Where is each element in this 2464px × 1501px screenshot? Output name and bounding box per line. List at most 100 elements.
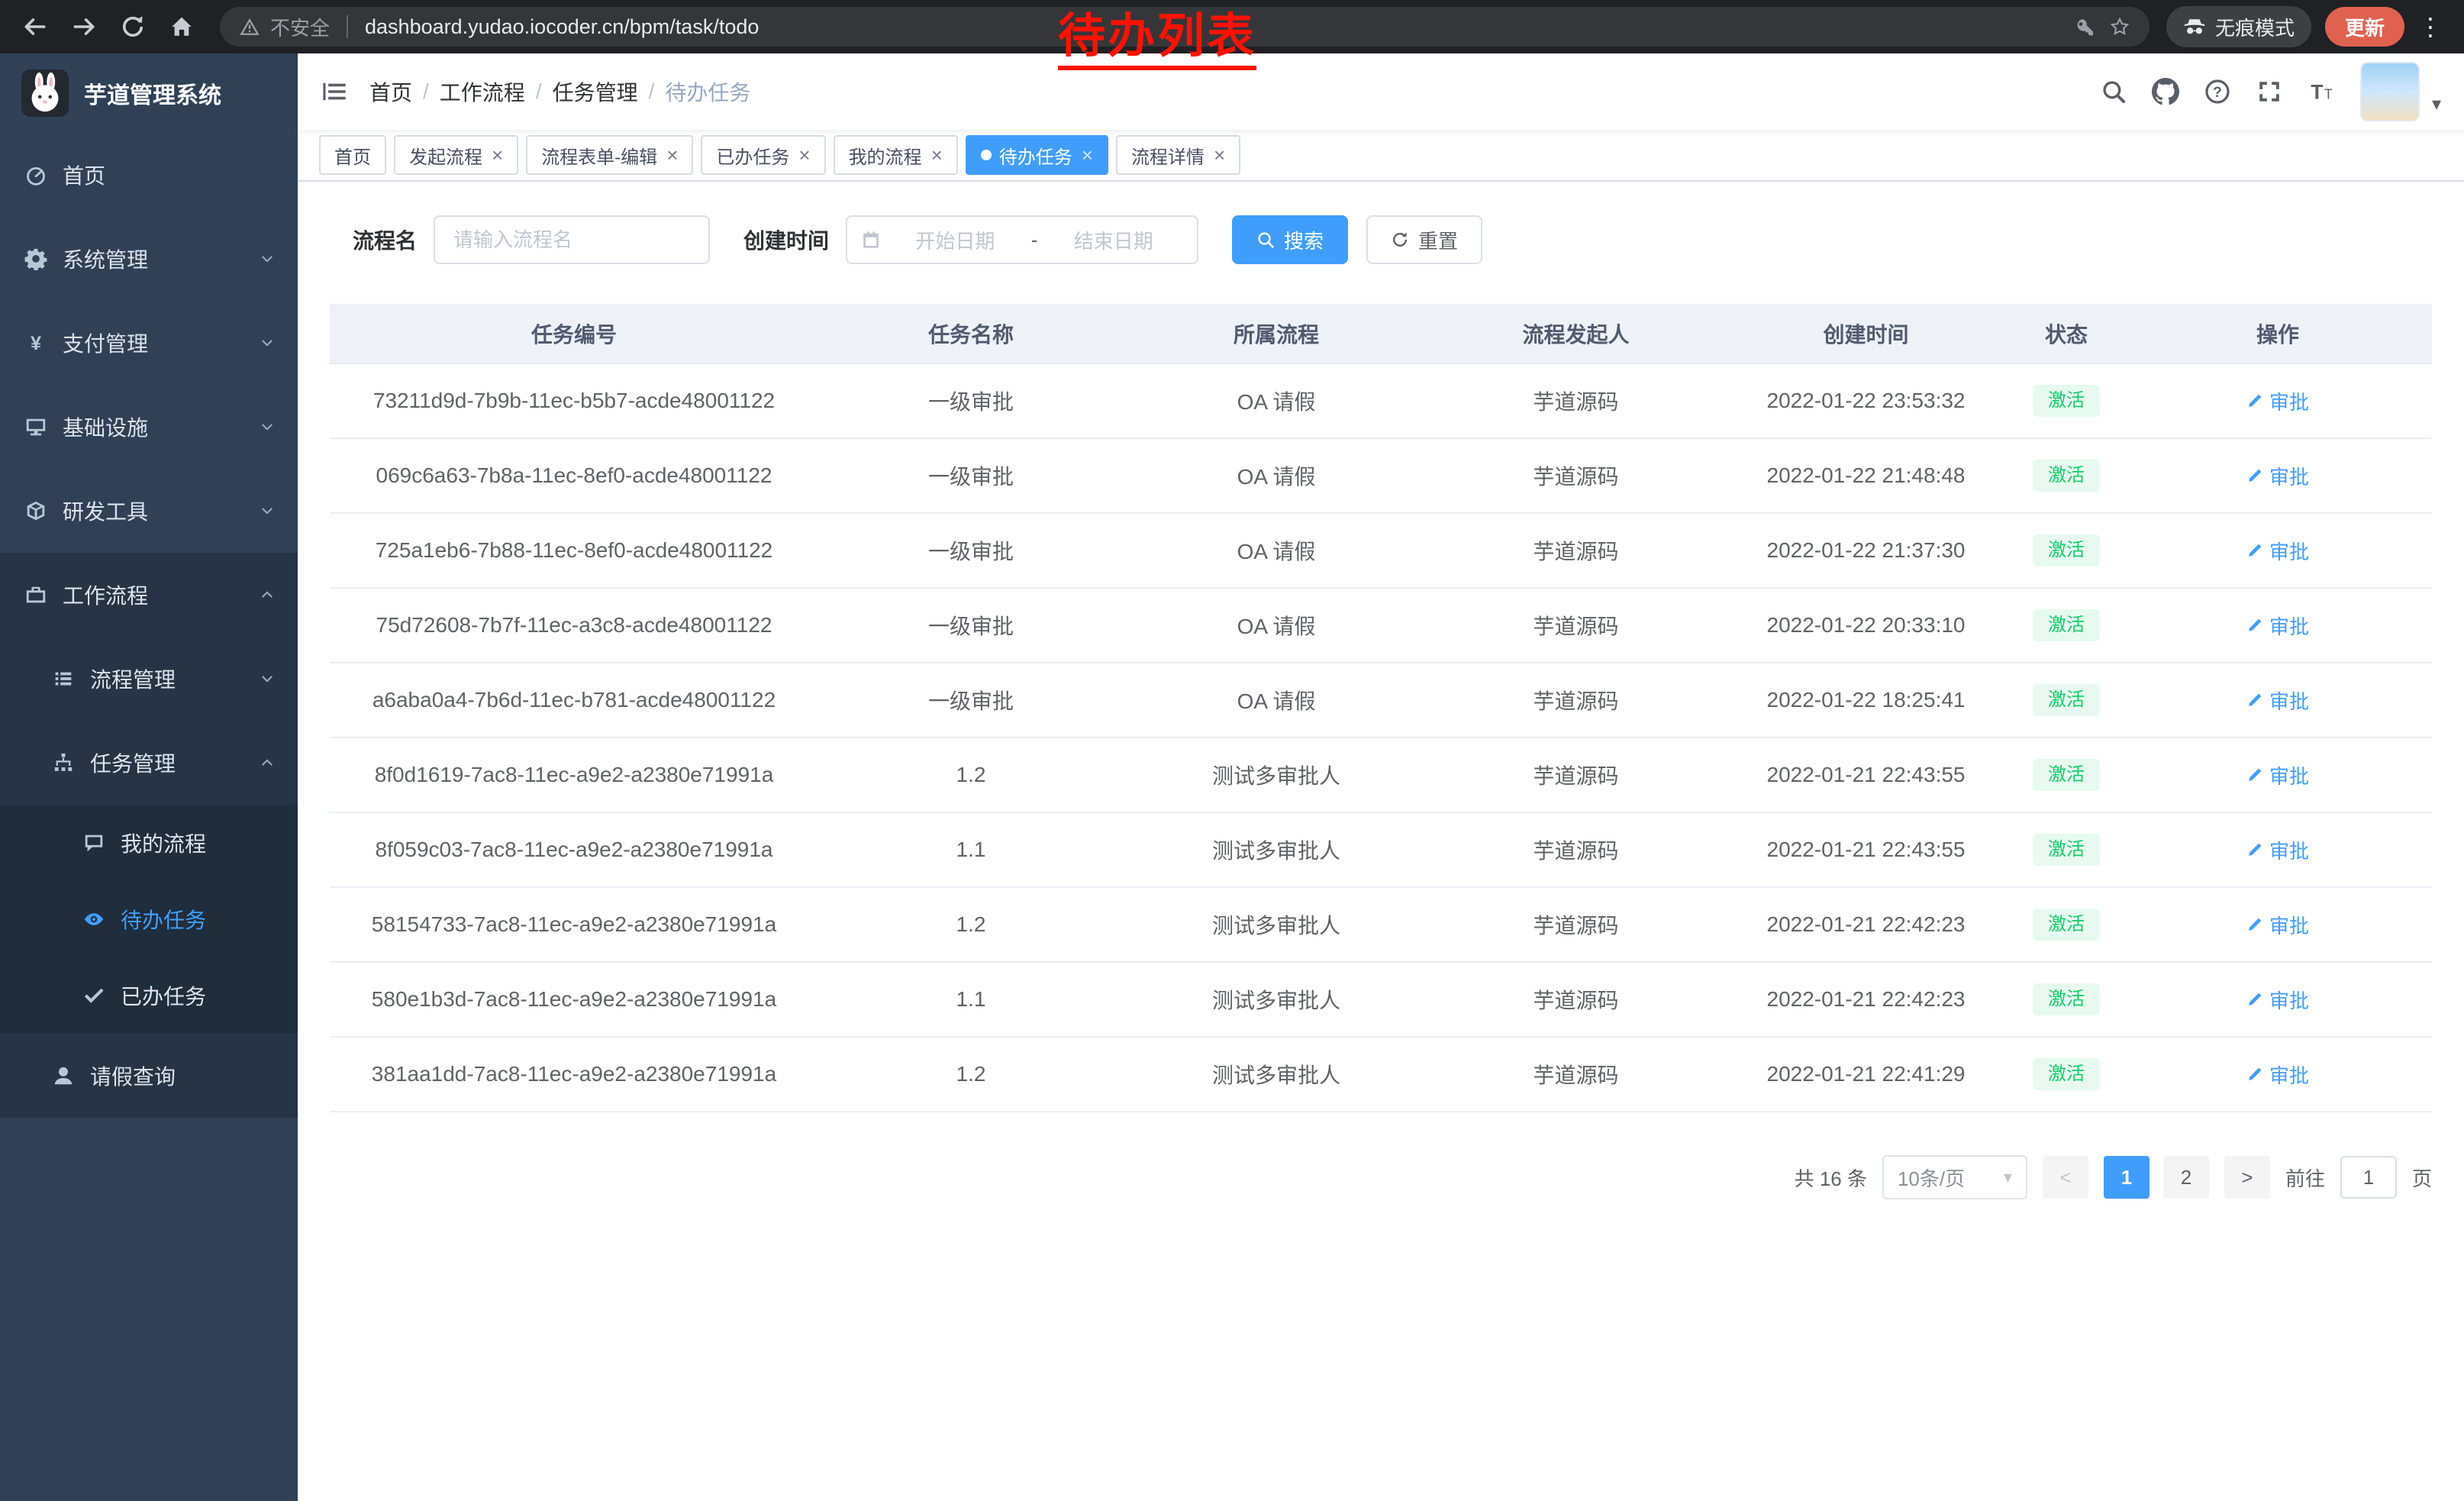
home-button[interactable]	[160, 5, 203, 48]
approve-link[interactable]: 审批	[2246, 612, 2309, 640]
chevron-down-icon[interactable]: ▾	[2432, 93, 2441, 115]
docs-button[interactable]	[2195, 69, 2240, 114]
tab-form-edit[interactable]: 流程表单-编辑 ×	[526, 135, 693, 175]
end-date-input[interactable]: 结束日期	[1043, 226, 1183, 254]
table-row: 8f059c03-7ac8-11ec-a9e2-a2380e71991a 1.1…	[330, 812, 2432, 887]
approve-link[interactable]: 审批	[2246, 1060, 2309, 1089]
reload-icon	[120, 14, 146, 40]
approve-link[interactable]: 审批	[2246, 462, 2309, 490]
approve-link[interactable]: 审批	[2246, 986, 2309, 1014]
sidebar-item-my-process[interactable]: 我的流程	[0, 805, 298, 881]
sidebar-item-home[interactable]: 首页	[0, 133, 298, 217]
update-button[interactable]: 更新	[2325, 7, 2404, 47]
avatar[interactable]	[2360, 62, 2420, 121]
tab-todo-tasks[interactable]: 待办任务 ×	[966, 135, 1108, 175]
sidebar-item-label: 我的流程	[121, 828, 275, 858]
task-id-cell: a6aba0a4-7b6d-11ec-b781-acde48001122	[330, 663, 818, 738]
search-button[interactable]	[2091, 69, 2136, 114]
table-row: 725a1eb6-7b88-11ec-8ef0-acde48001122 一级审…	[330, 513, 2432, 588]
key-icon[interactable]	[2075, 17, 2095, 37]
url-text[interactable]: dashboard.yudao.iocoder.cn/bpm/task/todo	[365, 15, 759, 39]
star-icon[interactable]	[2110, 17, 2130, 37]
sidebar-item-task-management[interactable]: 任务管理	[0, 721, 298, 805]
tab-process-detail[interactable]: 流程详情 ×	[1116, 135, 1240, 175]
page-button-1[interactable]: 1	[2104, 1156, 2150, 1199]
reset-button[interactable]: 重置	[1366, 215, 1482, 264]
sidebar-item-leave-query[interactable]: 请假查询	[0, 1034, 298, 1118]
security-label[interactable]: 不安全	[270, 13, 330, 41]
sidebar-item-system-management[interactable]: 系统管理	[0, 217, 298, 301]
back-button[interactable]	[14, 5, 56, 48]
prev-page-button[interactable]: <	[2043, 1156, 2088, 1199]
approve-link[interactable]: 审批	[2246, 686, 2309, 715]
page-size-select[interactable]: 10条/页 ▾	[1882, 1155, 2027, 1199]
close-icon[interactable]: ×	[492, 145, 503, 165]
breadcrumb-separator: /	[536, 79, 542, 104]
sidebar-item-done-task[interactable]: 已办任务	[0, 957, 298, 1034]
app-logo[interactable]: 芋道管理系统	[0, 53, 298, 133]
breadcrumb-item[interactable]: 首页	[369, 76, 412, 107]
sidebar-item-payment-management[interactable]: 支付管理	[0, 301, 298, 385]
breadcrumb-item[interactable]: 工作流程	[440, 76, 525, 107]
process-cell: 测试多审批人	[1124, 738, 1429, 812]
process-cell: OA 请假	[1124, 438, 1429, 513]
fullscreen-icon	[2256, 79, 2282, 105]
check-icon	[81, 984, 107, 1007]
browser-menu-icon[interactable]: ⋮	[2411, 12, 2450, 41]
close-icon[interactable]: ×	[931, 145, 943, 165]
close-icon[interactable]: ×	[666, 145, 678, 165]
status-badge: 激活	[2033, 834, 2100, 866]
status-cell: 激活	[2009, 663, 2124, 738]
close-icon[interactable]: ×	[1214, 145, 1225, 165]
process-name-input[interactable]	[434, 215, 710, 264]
status-badge: 激活	[2033, 1058, 2100, 1090]
pencil-icon	[2246, 841, 2263, 858]
task-id-cell: 8f059c03-7ac8-11ec-a9e2-a2380e71991a	[330, 812, 818, 887]
task-name-cell: 1.1	[818, 812, 1124, 887]
sidebar-menu: 首页 系统管理 支付管理 基础设施 研发工具 工作流程 流程管理 任务管理 我的…	[0, 133, 298, 1118]
approve-link[interactable]: 审批	[2246, 761, 2309, 789]
close-icon[interactable]: ×	[1082, 145, 1093, 165]
task-id-cell: 580e1b3d-7ac8-11ec-a9e2-a2380e71991a	[330, 962, 818, 1037]
action-cell: 审批	[2124, 962, 2432, 1037]
forward-button[interactable]	[63, 5, 105, 48]
process-cell: 测试多审批人	[1124, 1037, 1429, 1112]
date-range-picker[interactable]: 开始日期 - 结束日期	[846, 215, 1198, 264]
tab-start-process[interactable]: 发起流程 ×	[394, 135, 518, 175]
approve-link[interactable]: 审批	[2246, 537, 2309, 565]
tab-my-process[interactable]: 我的流程 ×	[834, 135, 958, 175]
task-id-cell: 73211d9d-7b9b-11ec-b5b7-acde48001122	[330, 363, 818, 438]
tab-home[interactable]: 首页	[319, 135, 386, 175]
status-cell: 激活	[2009, 438, 2124, 513]
approve-link[interactable]: 审批	[2246, 387, 2309, 415]
search-button[interactable]: 搜索	[1232, 215, 1348, 264]
status-cell: 激活	[2009, 812, 2124, 887]
github-button[interactable]	[2143, 69, 2188, 114]
tab-done-tasks[interactable]: 已办任务 ×	[701, 135, 825, 175]
font-size-icon	[2308, 79, 2334, 105]
status-cell: 激活	[2009, 887, 2124, 962]
sidebar-item-infrastructure[interactable]: 基础设施	[0, 385, 298, 469]
tab-label: 首页	[334, 142, 371, 169]
page-button-2[interactable]: 2	[2163, 1156, 2209, 1199]
sidebar-item-dev-tools[interactable]: 研发工具	[0, 469, 298, 553]
approve-link[interactable]: 审批	[2246, 836, 2309, 864]
create-time-cell: 2022-01-21 22:41:29	[1723, 1037, 2009, 1112]
initiator-cell: 芋道源码	[1429, 588, 1723, 663]
sidebar-item-todo-task[interactable]: 待办任务	[0, 881, 298, 957]
start-date-input[interactable]: 开始日期	[885, 226, 1025, 254]
sidebar-item-workflow[interactable]: 工作流程	[0, 553, 298, 637]
chevron-down-icon	[260, 755, 275, 770]
initiator-cell: 芋道源码	[1429, 887, 1723, 962]
sidebar-toggle-button[interactable]	[321, 78, 348, 105]
sidebar-item-process-management[interactable]: 流程管理	[0, 637, 298, 721]
approve-link[interactable]: 审批	[2246, 911, 2309, 939]
fullscreen-button[interactable]	[2247, 69, 2291, 114]
task-id-cell: 069c6a63-7b8a-11ec-8ef0-acde48001122	[330, 438, 818, 513]
next-page-button[interactable]: >	[2224, 1156, 2270, 1199]
reload-button[interactable]	[111, 5, 154, 48]
breadcrumb-item[interactable]: 任务管理	[553, 76, 638, 107]
font-size-button[interactable]	[2299, 69, 2343, 114]
close-icon[interactable]: ×	[798, 145, 810, 165]
goto-page-input[interactable]	[2340, 1156, 2397, 1199]
